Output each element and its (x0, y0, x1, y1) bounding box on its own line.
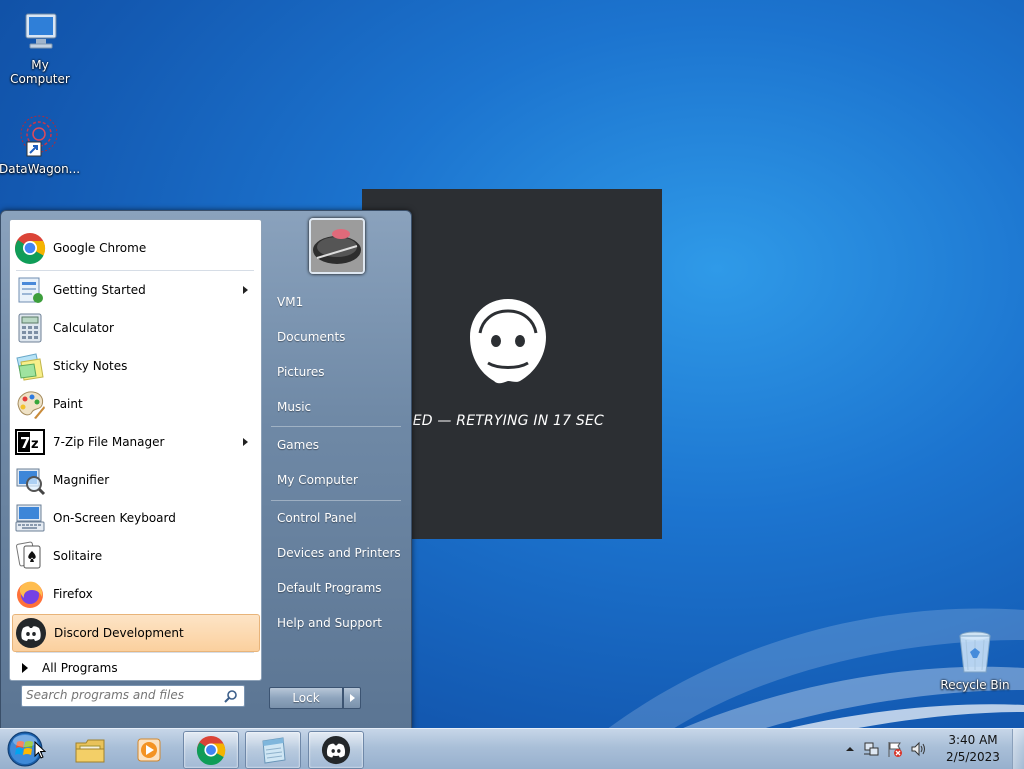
magnifier-icon (14, 464, 46, 496)
program-calculator[interactable]: Calculator (12, 310, 258, 346)
program-getting-started[interactable]: Getting Started (12, 272, 258, 308)
keyboard-icon (14, 502, 46, 534)
show-desktop-button[interactable] (1012, 729, 1024, 769)
recycle-bin-icon (951, 628, 999, 676)
7zip-icon: 7 z (14, 426, 46, 458)
program-label: Calculator (53, 321, 114, 335)
svg-text:7: 7 (20, 434, 30, 452)
program-label: Solitaire (53, 549, 103, 563)
program-firefox[interactable]: Firefox (12, 576, 258, 612)
places-default-programs[interactable]: Default Programs (269, 573, 409, 603)
submenu-arrow-icon (243, 438, 248, 446)
all-programs-button[interactable]: All Programs (12, 656, 258, 680)
program-label: Firefox (53, 587, 93, 601)
taskbar-clock[interactable]: 3:40 AM 2/5/2023 (940, 732, 1006, 766)
getting-started-icon (14, 274, 46, 306)
all-programs-label: All Programs (42, 661, 118, 675)
chrome-icon (14, 232, 46, 264)
program-label: Discord Development (54, 626, 184, 640)
program-label: 7-Zip File Manager (53, 435, 165, 449)
clock-time: 3:40 AM (948, 733, 998, 747)
places-games[interactable]: Games (269, 430, 409, 460)
firefox-icon (14, 578, 46, 610)
desktop-icon-label: My Computer (10, 58, 70, 86)
desktop-icon-datawagon[interactable]: DataWagon... (0, 112, 81, 176)
program-magnifier[interactable]: Magnifier (12, 462, 258, 498)
action-center-flag-icon[interactable] (886, 740, 904, 758)
desktop-icon-recycle-bin[interactable]: Recycle Bin (935, 628, 1015, 692)
search-area (9, 679, 260, 721)
search-icon[interactable] (224, 689, 238, 703)
taskbar-explorer[interactable] (62, 731, 118, 769)
program-on-screen-keyboard[interactable]: On-Screen Keyboard (12, 500, 258, 536)
places-user-vm1[interactable]: VM1 (269, 287, 409, 317)
search-input[interactable] (22, 686, 220, 704)
discord-splash-logo (470, 299, 546, 384)
program-solitaire[interactable]: Solitaire (12, 538, 258, 574)
svg-text:z: z (31, 437, 39, 452)
start-menu: Google Chrome Getting Started Calculator… (0, 210, 412, 730)
places-control-panel[interactable]: Control Panel (269, 503, 409, 533)
shutdown-options-button[interactable] (343, 687, 361, 709)
mouse-cursor-icon (34, 741, 46, 759)
program-label: On-Screen Keyboard (53, 511, 176, 525)
solitaire-icon (14, 540, 46, 572)
divider (271, 500, 401, 501)
start-menu-programs-pane: Google Chrome Getting Started Calculator… (9, 219, 262, 681)
taskbar-notepad[interactable] (245, 731, 301, 769)
program-label: Paint (53, 397, 83, 411)
places-music[interactable]: Music (269, 392, 409, 422)
taskbar-discord[interactable] (308, 731, 364, 769)
program-7zip[interactable]: 7 z 7-Zip File Manager (12, 424, 258, 460)
chrome-icon (196, 735, 226, 765)
search-box[interactable] (21, 685, 245, 707)
show-hidden-icons-icon[interactable] (844, 743, 856, 755)
taskbar-chrome[interactable] (183, 731, 239, 769)
all-programs-arrow-icon (22, 663, 28, 673)
lock-button[interactable]: Lock (269, 687, 343, 709)
user-avatar[interactable] (309, 218, 365, 274)
desktop-icon-label: DataWagon... (0, 162, 81, 176)
network-icon[interactable] (862, 740, 880, 758)
places-documents[interactable]: Documents (269, 322, 409, 352)
paint-icon (14, 388, 46, 420)
volume-icon[interactable] (910, 740, 928, 758)
program-google-chrome[interactable]: Google Chrome (12, 230, 258, 266)
taskbar: 3:40 AM 2/5/2023 (0, 728, 1024, 769)
divider (16, 652, 254, 653)
clock-date: 2/5/2023 (946, 750, 1000, 764)
notepad-icon (262, 737, 286, 764)
program-label: Google Chrome (53, 241, 147, 255)
desktop-icon-my-computer[interactable]: My Computer (0, 8, 80, 86)
computer-icon (16, 8, 64, 56)
places-help-and-support[interactable]: Help and Support (269, 608, 409, 638)
divider (271, 426, 401, 427)
program-label: Sticky Notes (53, 359, 128, 373)
system-tray (844, 739, 928, 759)
media-player-icon (137, 738, 161, 762)
discord-icon (15, 617, 47, 649)
program-sticky-notes[interactable]: Sticky Notes (12, 348, 258, 384)
program-paint[interactable]: Paint (12, 386, 258, 422)
places-pictures[interactable]: Pictures (269, 357, 409, 387)
program-discord-development[interactable]: Discord Development (12, 614, 260, 652)
submenu-arrow-icon (243, 286, 248, 294)
program-label: Getting Started (53, 283, 146, 297)
divider (16, 270, 254, 271)
places-devices-and-printers[interactable]: Devices and Printers (269, 538, 409, 568)
program-label: Magnifier (53, 473, 110, 487)
desktop-icon-label: Recycle Bin (940, 678, 1010, 692)
datawagon-icon (15, 112, 63, 160)
places-my-computer[interactable]: My Computer (269, 465, 409, 495)
taskbar-media-player[interactable] (122, 731, 178, 769)
explorer-icon (75, 739, 105, 763)
start-menu-places-pane: VM1 Documents Pictures Music Games My Co… (263, 211, 409, 729)
sticky-notes-icon (14, 350, 46, 382)
calculator-icon (14, 312, 46, 344)
discord-icon (321, 735, 351, 765)
